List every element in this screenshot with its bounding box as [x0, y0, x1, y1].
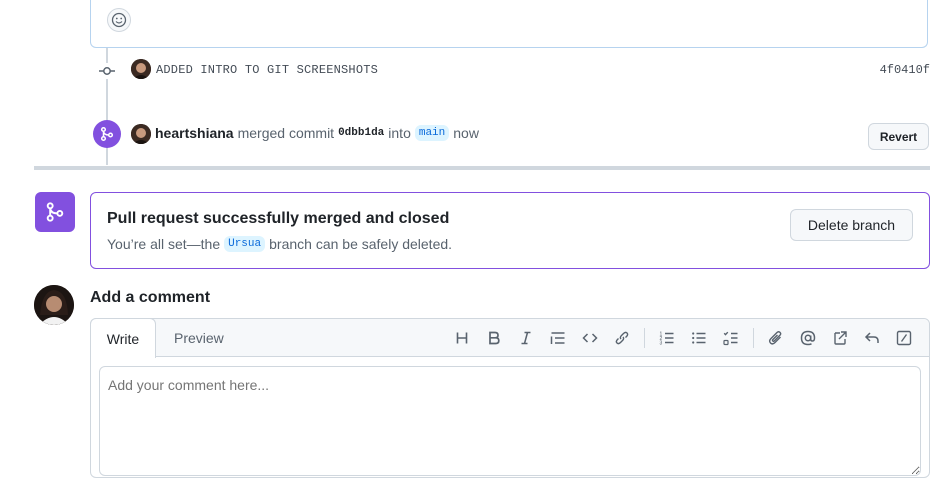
commit-sha-link[interactable]: 4f0410f [880, 63, 930, 77]
merge-time-link[interactable]: now [453, 125, 479, 141]
git-merge-icon [100, 126, 114, 142]
quote-icon[interactable] [542, 326, 574, 350]
task-list-icon[interactable] [715, 326, 747, 350]
merged-status-subtitle: You’re all set—the Ursua branch can be s… [107, 236, 452, 252]
commit-author-avatar[interactable] [131, 59, 151, 79]
toolbar-separator [644, 328, 645, 348]
merge-event-badge [93, 120, 121, 148]
link-icon[interactable] [606, 326, 638, 350]
bold-icon[interactable] [478, 326, 510, 350]
markdown-toolbar: 123 [446, 326, 920, 350]
code-icon[interactable] [574, 326, 606, 350]
merged-status-icon-box [35, 192, 75, 232]
subtitle-text-before: You’re all set—the [107, 236, 221, 252]
ordered-list-icon[interactable]: 123 [651, 326, 683, 350]
merger-username-link[interactable]: heartshiana [155, 125, 234, 141]
revert-button[interactable]: Revert [868, 123, 929, 150]
current-user-avatar[interactable] [34, 285, 74, 325]
commit-icon [99, 63, 115, 79]
previous-comment-box [90, 0, 928, 48]
add-comment-heading: Add a comment [90, 289, 211, 306]
target-branch-link[interactable]: main [414, 125, 450, 141]
reference-icon[interactable] [824, 326, 856, 350]
italic-icon[interactable] [510, 326, 542, 350]
merged-commit-sha-link[interactable]: 0dbb1da [338, 127, 384, 139]
commit-message-link[interactable]: ADDED INTRO TO GIT SCREENSHOTS [156, 63, 378, 77]
heading-icon[interactable] [446, 326, 478, 350]
tab-preview[interactable]: Preview [160, 318, 238, 358]
unordered-list-icon[interactable] [683, 326, 715, 350]
head-branch-link[interactable]: Ursua [224, 236, 266, 252]
toolbar-separator [753, 328, 754, 348]
slash-command-icon[interactable] [888, 326, 920, 350]
tab-write[interactable]: Write [90, 318, 156, 358]
delete-branch-button[interactable]: Delete branch [790, 209, 913, 241]
merger-avatar[interactable] [131, 124, 151, 144]
add-reaction-button[interactable] [107, 8, 131, 32]
comment-textarea[interactable] [99, 366, 921, 476]
git-merge-icon [46, 202, 64, 222]
svg-text:3: 3 [660, 341, 663, 347]
merged-status-title: Pull request successfully merged and clo… [107, 210, 450, 227]
reply-icon[interactable] [856, 326, 888, 350]
smiley-icon [111, 12, 127, 28]
attach-icon[interactable] [760, 326, 792, 350]
subtitle-text-after: branch can be safely deleted. [269, 236, 453, 252]
merge-verb: merged commit [237, 125, 335, 141]
timeline-divider [34, 166, 930, 170]
merge-preposition: into [388, 125, 411, 141]
merge-event-text: heartshiana merged commit 0dbb1da into m… [155, 125, 479, 141]
mention-icon[interactable] [792, 326, 824, 350]
